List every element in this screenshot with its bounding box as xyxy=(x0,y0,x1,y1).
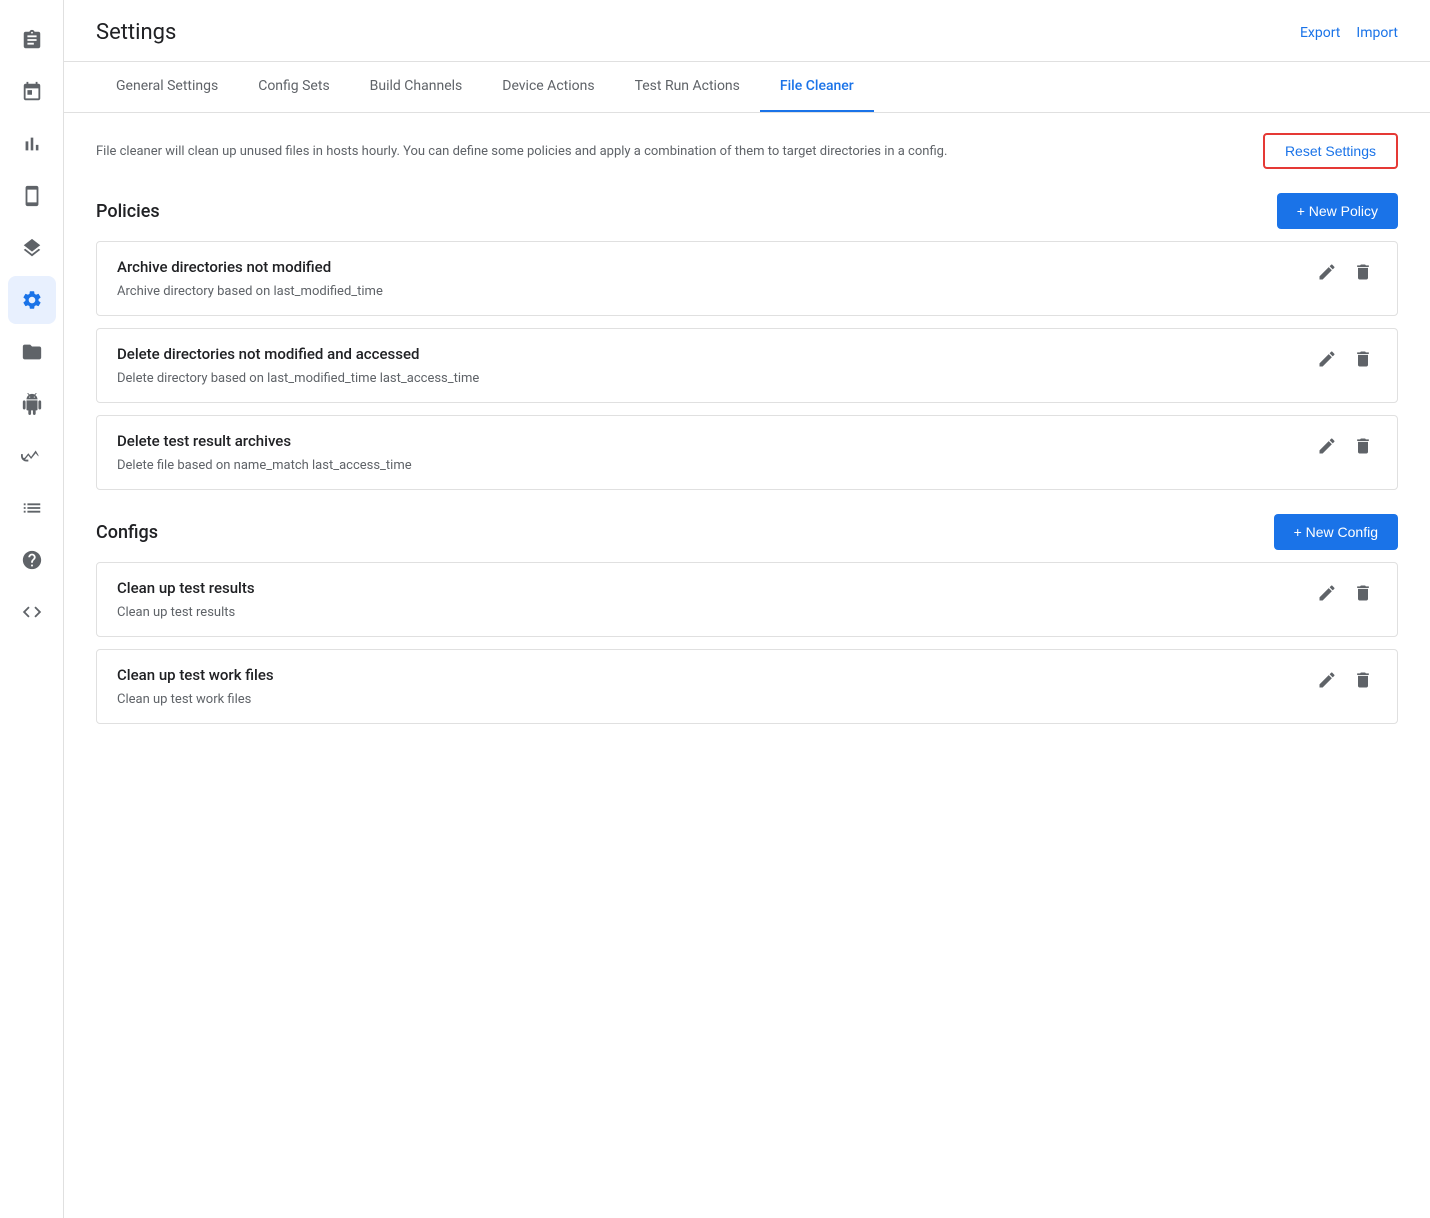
page-title: Settings xyxy=(96,20,176,45)
reset-settings-button[interactable]: Reset Settings xyxy=(1263,133,1398,169)
config-card-1-name: Clean up test work files xyxy=(117,666,1297,684)
policy-card-2-content: Delete test result archives Delete file … xyxy=(117,432,1297,473)
config-card-1-content: Clean up test work files Clean up test w… xyxy=(117,666,1297,707)
sidebar-item-code[interactable] xyxy=(8,588,56,636)
config-card-1-desc: Clean up test work files xyxy=(117,692,1297,707)
header-actions: Export Import xyxy=(1300,25,1398,41)
policy-card-1-content: Delete directories not modified and acce… xyxy=(117,345,1297,386)
config-card-0: Clean up test results Clean up test resu… xyxy=(96,562,1398,637)
policy-card-0-name: Archive directories not modified xyxy=(117,258,1297,276)
policy-card-2-name: Delete test result archives xyxy=(117,432,1297,450)
tabs-bar: General Settings Config Sets Build Chann… xyxy=(64,62,1430,113)
page-header: Settings Export Import xyxy=(64,0,1430,62)
policy-card-0-actions xyxy=(1297,258,1377,291)
tab-device-actions[interactable]: Device Actions xyxy=(482,62,614,112)
description-row: File cleaner will clean up unused files … xyxy=(96,133,1398,169)
content-area: File cleaner will clean up unused files … xyxy=(64,113,1430,1218)
policy-card-1-delete-button[interactable] xyxy=(1349,345,1377,378)
sidebar xyxy=(0,0,64,1218)
config-card-1-edit-button[interactable] xyxy=(1313,666,1341,699)
config-card-0-actions xyxy=(1297,579,1377,612)
sidebar-item-android[interactable] xyxy=(8,380,56,428)
sidebar-item-list[interactable] xyxy=(8,484,56,532)
new-policy-button[interactable]: + New Policy xyxy=(1277,193,1398,229)
policies-title: Policies xyxy=(96,201,160,222)
import-link[interactable]: Import xyxy=(1356,25,1398,41)
policy-card-0-content: Archive directories not modified Archive… xyxy=(117,258,1297,299)
policies-section: Policies + New Policy Archive directorie… xyxy=(96,193,1398,490)
sidebar-item-pulse[interactable] xyxy=(8,432,56,480)
config-card-1-actions xyxy=(1297,666,1377,699)
sidebar-item-chart[interactable] xyxy=(8,120,56,168)
policy-card-2-delete-button[interactable] xyxy=(1349,432,1377,465)
policy-card-0: Archive directories not modified Archive… xyxy=(96,241,1398,316)
config-card-1: Clean up test work files Clean up test w… xyxy=(96,649,1398,724)
config-card-0-desc: Clean up test results xyxy=(117,605,1297,620)
main-content: Settings Export Import General Settings … xyxy=(64,0,1430,1218)
sidebar-item-folder[interactable] xyxy=(8,328,56,376)
policy-card-2: Delete test result archives Delete file … xyxy=(96,415,1398,490)
sidebar-item-calendar[interactable] xyxy=(8,68,56,116)
sidebar-item-layers[interactable] xyxy=(8,224,56,272)
sidebar-item-settings[interactable] xyxy=(8,276,56,324)
config-card-0-delete-button[interactable] xyxy=(1349,579,1377,612)
sidebar-item-device[interactable] xyxy=(8,172,56,220)
policy-card-1-edit-button[interactable] xyxy=(1313,345,1341,378)
export-link[interactable]: Export xyxy=(1300,25,1340,41)
policy-card-0-edit-button[interactable] xyxy=(1313,258,1341,291)
policy-card-1-actions xyxy=(1297,345,1377,378)
policy-card-1-desc: Delete directory based on last_modified_… xyxy=(117,371,1297,386)
configs-section: Configs + New Config Clean up test resul… xyxy=(96,514,1398,724)
tab-test-run-actions[interactable]: Test Run Actions xyxy=(615,62,760,112)
configs-header: Configs + New Config xyxy=(96,514,1398,550)
tab-build-channels[interactable]: Build Channels xyxy=(350,62,483,112)
policy-card-0-delete-button[interactable] xyxy=(1349,258,1377,291)
policy-card-2-edit-button[interactable] xyxy=(1313,432,1341,465)
policy-card-1-name: Delete directories not modified and acce… xyxy=(117,345,1297,363)
new-config-button[interactable]: + New Config xyxy=(1274,514,1398,550)
policy-card-1: Delete directories not modified and acce… xyxy=(96,328,1398,403)
policy-card-0-desc: Archive directory based on last_modified… xyxy=(117,284,1297,299)
configs-title: Configs xyxy=(96,522,158,543)
sidebar-item-help[interactable] xyxy=(8,536,56,584)
tab-general-settings[interactable]: General Settings xyxy=(96,62,238,112)
description-text: File cleaner will clean up unused files … xyxy=(96,144,1247,159)
policies-header: Policies + New Policy xyxy=(96,193,1398,229)
config-card-1-delete-button[interactable] xyxy=(1349,666,1377,699)
config-card-0-content: Clean up test results Clean up test resu… xyxy=(117,579,1297,620)
policy-card-2-actions xyxy=(1297,432,1377,465)
config-card-0-name: Clean up test results xyxy=(117,579,1297,597)
tab-file-cleaner[interactable]: File Cleaner xyxy=(760,62,874,112)
policy-card-2-desc: Delete file based on name_match last_acc… xyxy=(117,458,1297,473)
sidebar-item-clipboard[interactable] xyxy=(8,16,56,64)
tab-config-sets[interactable]: Config Sets xyxy=(238,62,349,112)
config-card-0-edit-button[interactable] xyxy=(1313,579,1341,612)
